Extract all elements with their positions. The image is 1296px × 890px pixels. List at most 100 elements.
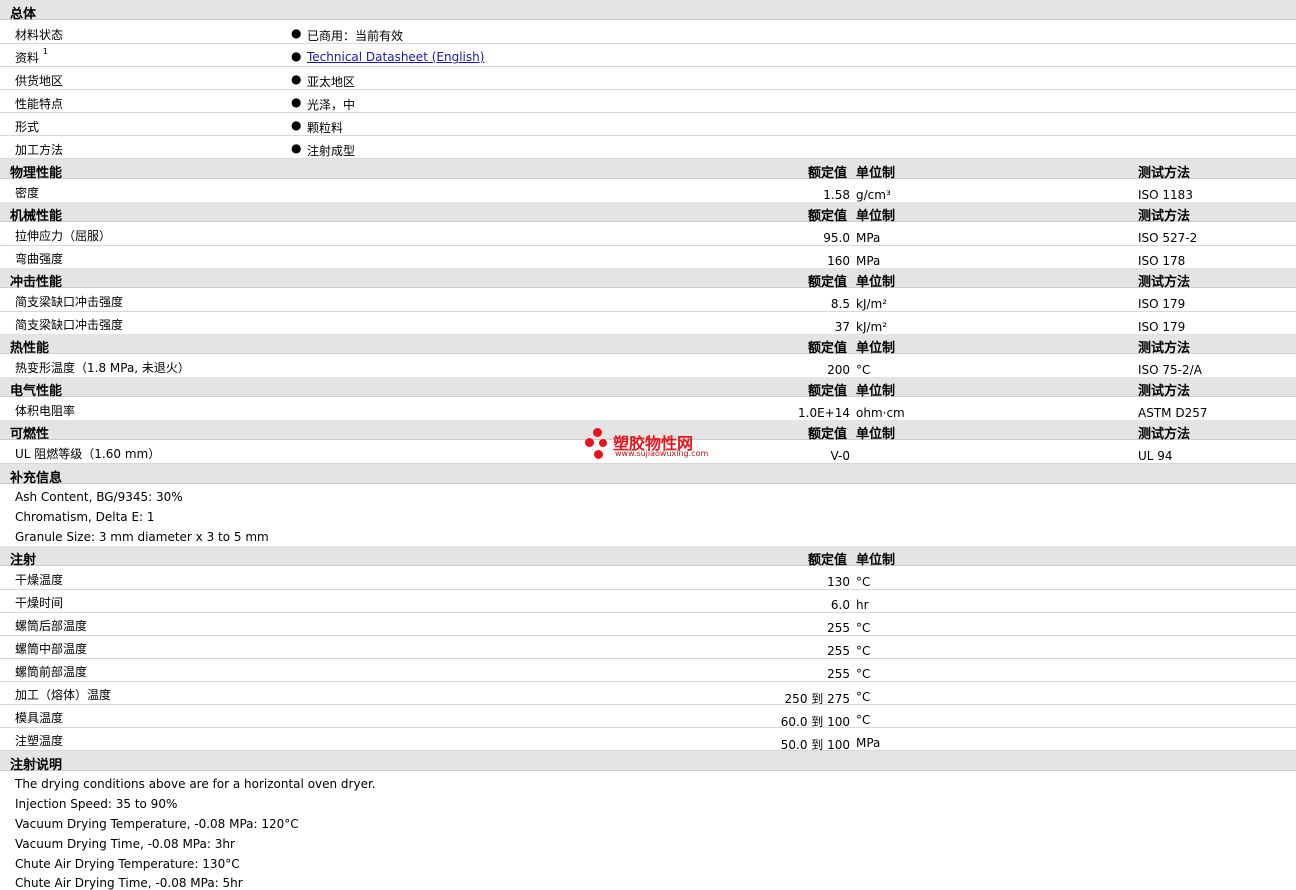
section-physical: 物理性能 额定值 单位制 测试方法 xyxy=(0,159,1296,181)
property-unit: MPa xyxy=(856,736,881,750)
section-title: 冲击性能 xyxy=(10,275,63,290)
datasheet-link[interactable]: Technical Datasheet (English) xyxy=(307,50,484,64)
note-line: Ash Content, BG/9345: 30% xyxy=(15,490,183,504)
row-label: 资料 1 xyxy=(15,47,48,65)
property-label: 密度 xyxy=(15,186,40,200)
property-label: 热变形温度（1.8 MPa, 未退火） xyxy=(15,361,190,375)
property-value: 160 xyxy=(827,254,850,268)
property-unit: MPa xyxy=(856,231,881,245)
bullet-icon: ● xyxy=(291,49,302,63)
general-row: 资料 1 ● Technical Datasheet (English) xyxy=(0,44,1296,67)
property-row: 模具温度 60.0 到 100 °C xyxy=(0,705,1296,729)
header-unit: 单位制 xyxy=(856,166,896,181)
property-label: 干燥时间 xyxy=(15,596,64,610)
property-unit: MPa xyxy=(856,254,881,268)
property-unit: °C xyxy=(856,621,871,635)
footnote-marker: 1 xyxy=(42,47,48,56)
property-method: UL 94 xyxy=(1138,449,1173,463)
property-value: 255 xyxy=(827,621,850,635)
property-unit: °C xyxy=(856,690,871,704)
general-row: 形式 ● 颗粒料 xyxy=(0,113,1296,136)
row-label: 形式 xyxy=(15,120,40,134)
header-value: 额定值 xyxy=(808,275,848,290)
section-title: 注射 xyxy=(10,553,37,568)
property-unit: hr xyxy=(856,598,869,612)
note-line: Injection Speed: 35 to 90% xyxy=(15,797,178,811)
property-unit: °C xyxy=(856,575,871,589)
injection-notes: The drying conditions above are for a ho… xyxy=(0,772,1296,890)
property-label: UL 阻燃等级（1.60 mm） xyxy=(15,447,161,461)
property-row: 螺筒后部温度 255 °C xyxy=(0,613,1296,636)
section-title: 热性能 xyxy=(10,341,50,356)
property-label: 拉伸应力（屈服） xyxy=(15,229,112,243)
note-line: Vacuum Drying Time, -0.08 MPa: 3hr xyxy=(15,837,235,851)
header-value: 额定值 xyxy=(808,384,848,399)
property-row: 干燥温度 130 °C xyxy=(0,567,1296,590)
header-value: 额定值 xyxy=(808,427,848,442)
property-unit: kJ/m² xyxy=(856,320,888,334)
property-row: 体积电阻率 1.0E+14 ohm·cm ASTM D257 xyxy=(0,398,1296,421)
general-row: 供货地区 ● 亚太地区 xyxy=(0,67,1296,90)
property-row: 干燥时间 6.0 hr xyxy=(0,590,1296,613)
property-value: 200 xyxy=(827,363,850,377)
property-label: 弯曲强度 xyxy=(15,252,64,266)
section-general: 总体 xyxy=(0,0,1296,22)
section-title: 电气性能 xyxy=(10,384,63,399)
section-title: 可燃性 xyxy=(10,427,50,442)
property-method: ISO 179 xyxy=(1138,320,1186,334)
section-thermal: 热性能 额定值 单位制 测试方法 xyxy=(0,334,1296,356)
section-injection-notes: 注射说明 xyxy=(0,751,1296,773)
header-value: 额定值 xyxy=(808,166,848,181)
property-label: 模具温度 xyxy=(15,711,64,725)
section-title: 总体 xyxy=(10,7,37,22)
property-method: ISO 179 xyxy=(1138,297,1186,311)
header-method: 测试方法 xyxy=(1138,384,1191,399)
header-value: 额定值 xyxy=(808,553,848,568)
header-unit: 单位制 xyxy=(856,341,896,356)
property-label: 注塑温度 xyxy=(15,734,64,748)
header-method: 测试方法 xyxy=(1138,166,1191,181)
section-title: 物理性能 xyxy=(10,166,63,181)
supplement-notes: Ash Content, BG/9345: 30% Chromatism, De… xyxy=(0,485,1296,547)
note-line: Chute Air Drying Temperature: 130°C xyxy=(15,857,240,871)
note-line: Granule Size: 3 mm diameter x 3 to 5 mm xyxy=(15,530,269,544)
property-unit: ohm·cm xyxy=(856,406,905,420)
property-label: 螺筒前部温度 xyxy=(15,665,88,679)
row-label: 性能特点 xyxy=(15,97,64,111)
property-unit: g/cm³ xyxy=(856,188,891,202)
section-supplement: 补充信息 xyxy=(0,464,1296,486)
bullet-icon: ● xyxy=(291,72,302,86)
property-row: 注塑温度 50.0 到 100 MPa xyxy=(0,728,1296,752)
general-row: 性能特点 ● 光泽，中 xyxy=(0,90,1296,113)
header-value: 额定值 xyxy=(808,341,848,356)
row-value: 光泽，中 xyxy=(307,98,356,112)
header-unit: 单位制 xyxy=(856,384,896,399)
header-method: 测试方法 xyxy=(1138,341,1191,356)
bullet-icon: ● xyxy=(291,141,302,155)
header-unit: 单位制 xyxy=(856,209,896,224)
property-label: 体积电阻率 xyxy=(15,404,76,418)
header-unit: 单位制 xyxy=(856,553,896,568)
property-label: 加工（熔体）温度 xyxy=(15,688,112,702)
section-impact: 冲击性能 额定值 单位制 测试方法 xyxy=(0,268,1296,290)
note-line: Chute Air Drying Time, -0.08 MPa: 5hr xyxy=(15,876,243,890)
property-value: 95.0 xyxy=(823,231,850,245)
property-row: 加工（熔体）温度 250 到 275 °C xyxy=(0,682,1296,706)
bullet-icon: ● xyxy=(291,26,302,40)
property-value: 6.0 xyxy=(830,598,850,612)
property-method: ISO 1183 xyxy=(1138,188,1193,202)
general-row: 材料状态 ● 已商用：当前有效 xyxy=(0,21,1296,44)
row-value: 亚太地区 xyxy=(307,75,356,89)
property-unit: °C xyxy=(856,667,871,681)
logo-dot-icon xyxy=(599,439,607,447)
property-row: 简支梁缺口冲击强度 37 kJ/m² ISO 179 xyxy=(0,312,1296,335)
header-unit: 单位制 xyxy=(856,275,896,290)
row-value: 颗粒料 xyxy=(307,121,344,135)
property-value: 1.58 xyxy=(823,188,850,202)
property-label: 简支梁缺口冲击强度 xyxy=(15,295,124,309)
property-unit: °C xyxy=(856,644,871,658)
section-title: 补充信息 xyxy=(10,471,63,486)
property-value: 1.0E+14 xyxy=(798,406,850,420)
logo-dot-icon xyxy=(594,450,603,459)
property-row: 热变形温度（1.8 MPa, 未退火） 200 °C ISO 75-2/A xyxy=(0,355,1296,378)
